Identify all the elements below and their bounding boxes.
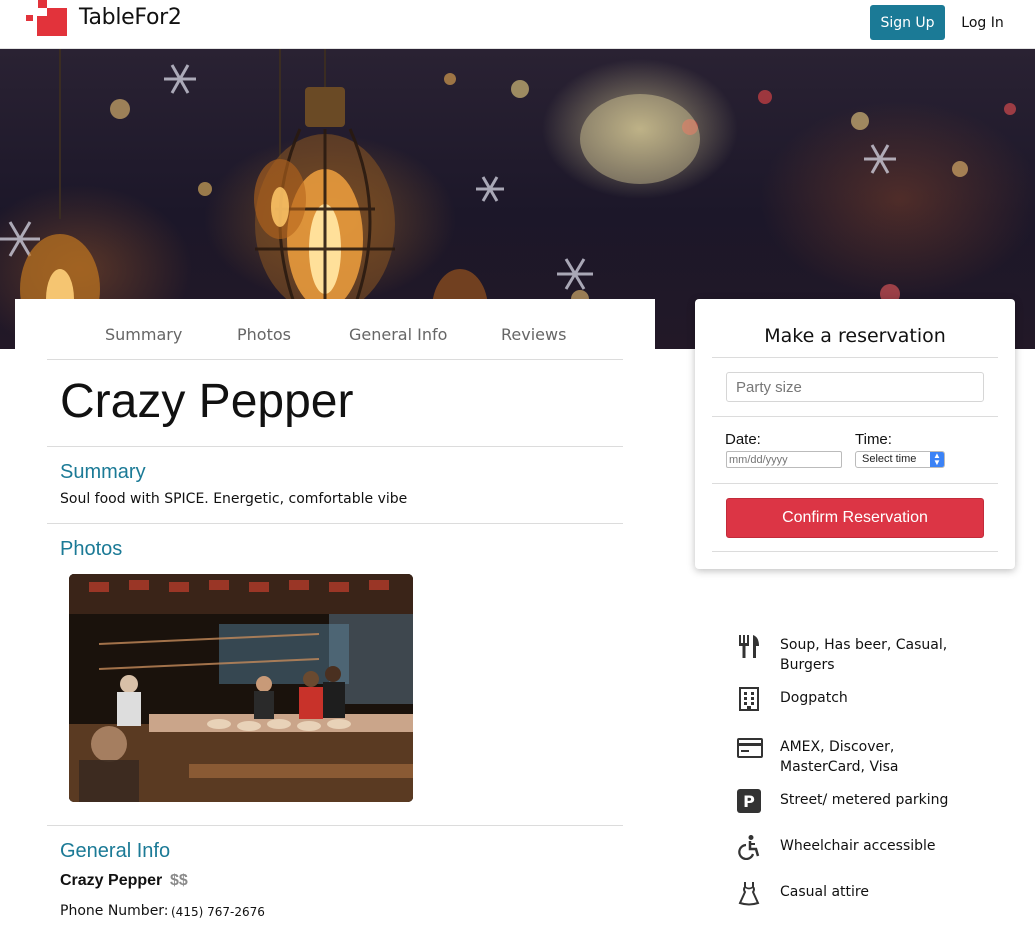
feature-text: AMEX, Discover, MasterCard, Visa [780, 739, 899, 775]
dress-icon [736, 880, 762, 906]
section-tabs: Summary Photos General Info Reviews [47, 299, 623, 360]
reservation-card: Make a reservation Date: Time: Select ti… [695, 299, 1015, 569]
tab-summary[interactable]: Summary [105, 325, 182, 344]
phone-label: Phone Number: [60, 903, 169, 919]
feature-text: Casual attire [780, 884, 869, 900]
general-info-heading: General Info [60, 840, 171, 862]
chevron-updown-icon: ▲ ▼ [930, 452, 944, 467]
tab-photos[interactable]: Photos [237, 325, 291, 344]
info-restaurant-name: Crazy Pepper [60, 872, 163, 889]
restaurant-details-card: Summary Photos General Info Reviews Craz… [15, 299, 655, 939]
summary-text: Soul food with SPICE. Energetic, comfort… [60, 491, 408, 507]
divider [712, 416, 998, 417]
divider [712, 357, 998, 358]
summary-heading: Summary [60, 461, 146, 483]
phone-number[interactable]: (415) 767-2676 [171, 905, 265, 919]
building-icon [736, 686, 762, 712]
svg-text:P: P [743, 792, 755, 811]
feature-text: Street/ metered parking [780, 792, 949, 808]
reservation-title: Make a reservation [764, 325, 946, 347]
price-range: $$ [170, 872, 188, 889]
divider [47, 523, 623, 524]
restaurant-photo[interactable] [69, 574, 413, 802]
parking-icon: P [736, 788, 762, 814]
sign-up-button[interactable]: Sign Up [870, 5, 945, 40]
logo-icon[interactable] [24, 0, 70, 36]
restaurant-name: Crazy Pepper [60, 375, 354, 428]
divider [712, 483, 998, 484]
party-size-input[interactable] [726, 372, 984, 402]
tab-reviews[interactable]: Reviews [501, 325, 566, 344]
utensils-icon [736, 633, 762, 659]
credit-card-icon [736, 735, 763, 761]
brand-name[interactable]: TableFor2 [79, 5, 182, 30]
tab-general-info[interactable]: General Info [349, 325, 447, 344]
time-select-value: Select time [862, 453, 917, 465]
feature-text: Wheelchair accessible [780, 838, 936, 854]
date-label: Date: [725, 431, 761, 448]
divider [712, 551, 998, 552]
divider [47, 446, 623, 447]
feature-text: Dogpatch [780, 690, 848, 706]
date-input[interactable] [726, 451, 842, 468]
confirm-reservation-button[interactable]: Confirm Reservation [726, 498, 984, 538]
time-select[interactable]: Select time ▲ ▼ [855, 451, 945, 468]
photos-heading: Photos [60, 538, 123, 560]
log-in-button[interactable]: Log In [955, 5, 1010, 40]
feature-text: Soup, Has beer, Casual, Burgers [780, 637, 948, 673]
time-label: Time: [855, 431, 892, 448]
wheelchair-icon [736, 834, 762, 861]
divider [47, 825, 623, 826]
navbar: TableFor2 Sign Up Log In [0, 0, 1035, 49]
